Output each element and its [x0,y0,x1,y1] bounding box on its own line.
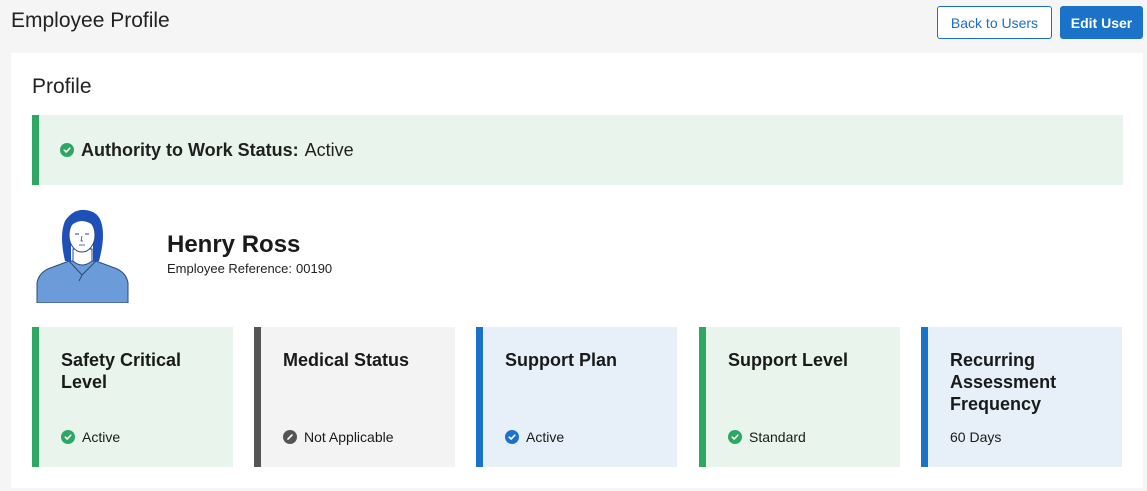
profile-panel: Profile Authority to Work Status: Active [11,53,1143,488]
card-status-text: Active [526,429,565,445]
card-title: Safety Critical Level [61,350,182,392]
card-status-text: Standard [749,429,806,445]
check-circle-icon [728,430,742,444]
authority-label: Authority to Work Status: [81,139,299,160]
card-status: Active [505,429,564,445]
edit-user-button[interactable]: Edit User [1060,6,1143,39]
card-status-text: Active [82,429,121,445]
card-safety-critical-level: Safety Critical Level Active [32,327,233,467]
authority-banner: Authority to Work Status: Active [32,115,1123,185]
status-cards: Safety Critical Level Active Medical Sta… [32,327,1123,467]
card-status-text: Not Applicable [304,429,394,445]
avatar [35,205,130,304]
check-circle-icon [60,143,74,157]
card-status: Active [61,429,120,445]
page-title: Employee Profile [11,9,170,32]
section-title: Profile [32,75,92,98]
card-title: Support Level [728,350,849,370]
card-medical-status: Medical Status Not Applicable [254,327,455,467]
check-circle-icon [61,430,75,444]
card-status: Standard [728,429,806,445]
card-recurring-assessment-frequency: Recurring Assessment Frequency 60 Days [921,327,1122,467]
back-to-users-button[interactable]: Back to Users [937,6,1052,39]
card-status: Not Applicable [283,429,394,445]
card-support-plan: Support Plan Active [476,327,677,467]
card-status: 60 Days [950,429,1001,445]
check-circle-icon [505,430,519,444]
employee-reference-label: Employee Reference: [167,261,293,276]
employee-name: Henry Ross [167,231,301,258]
card-status-text: 60 Days [950,429,1002,445]
card-support-level: Support Level Standard [699,327,900,467]
employee-reference-value: 00190 [296,261,333,276]
card-title: Medical Status [283,350,410,370]
not-applicable-icon [283,430,297,444]
authority-value: Active [304,139,354,160]
card-title: Recurring Assessment Frequency [950,350,1057,414]
employee-reference: Employee Reference: 00190 [167,261,332,276]
card-title: Support Plan [505,350,617,370]
